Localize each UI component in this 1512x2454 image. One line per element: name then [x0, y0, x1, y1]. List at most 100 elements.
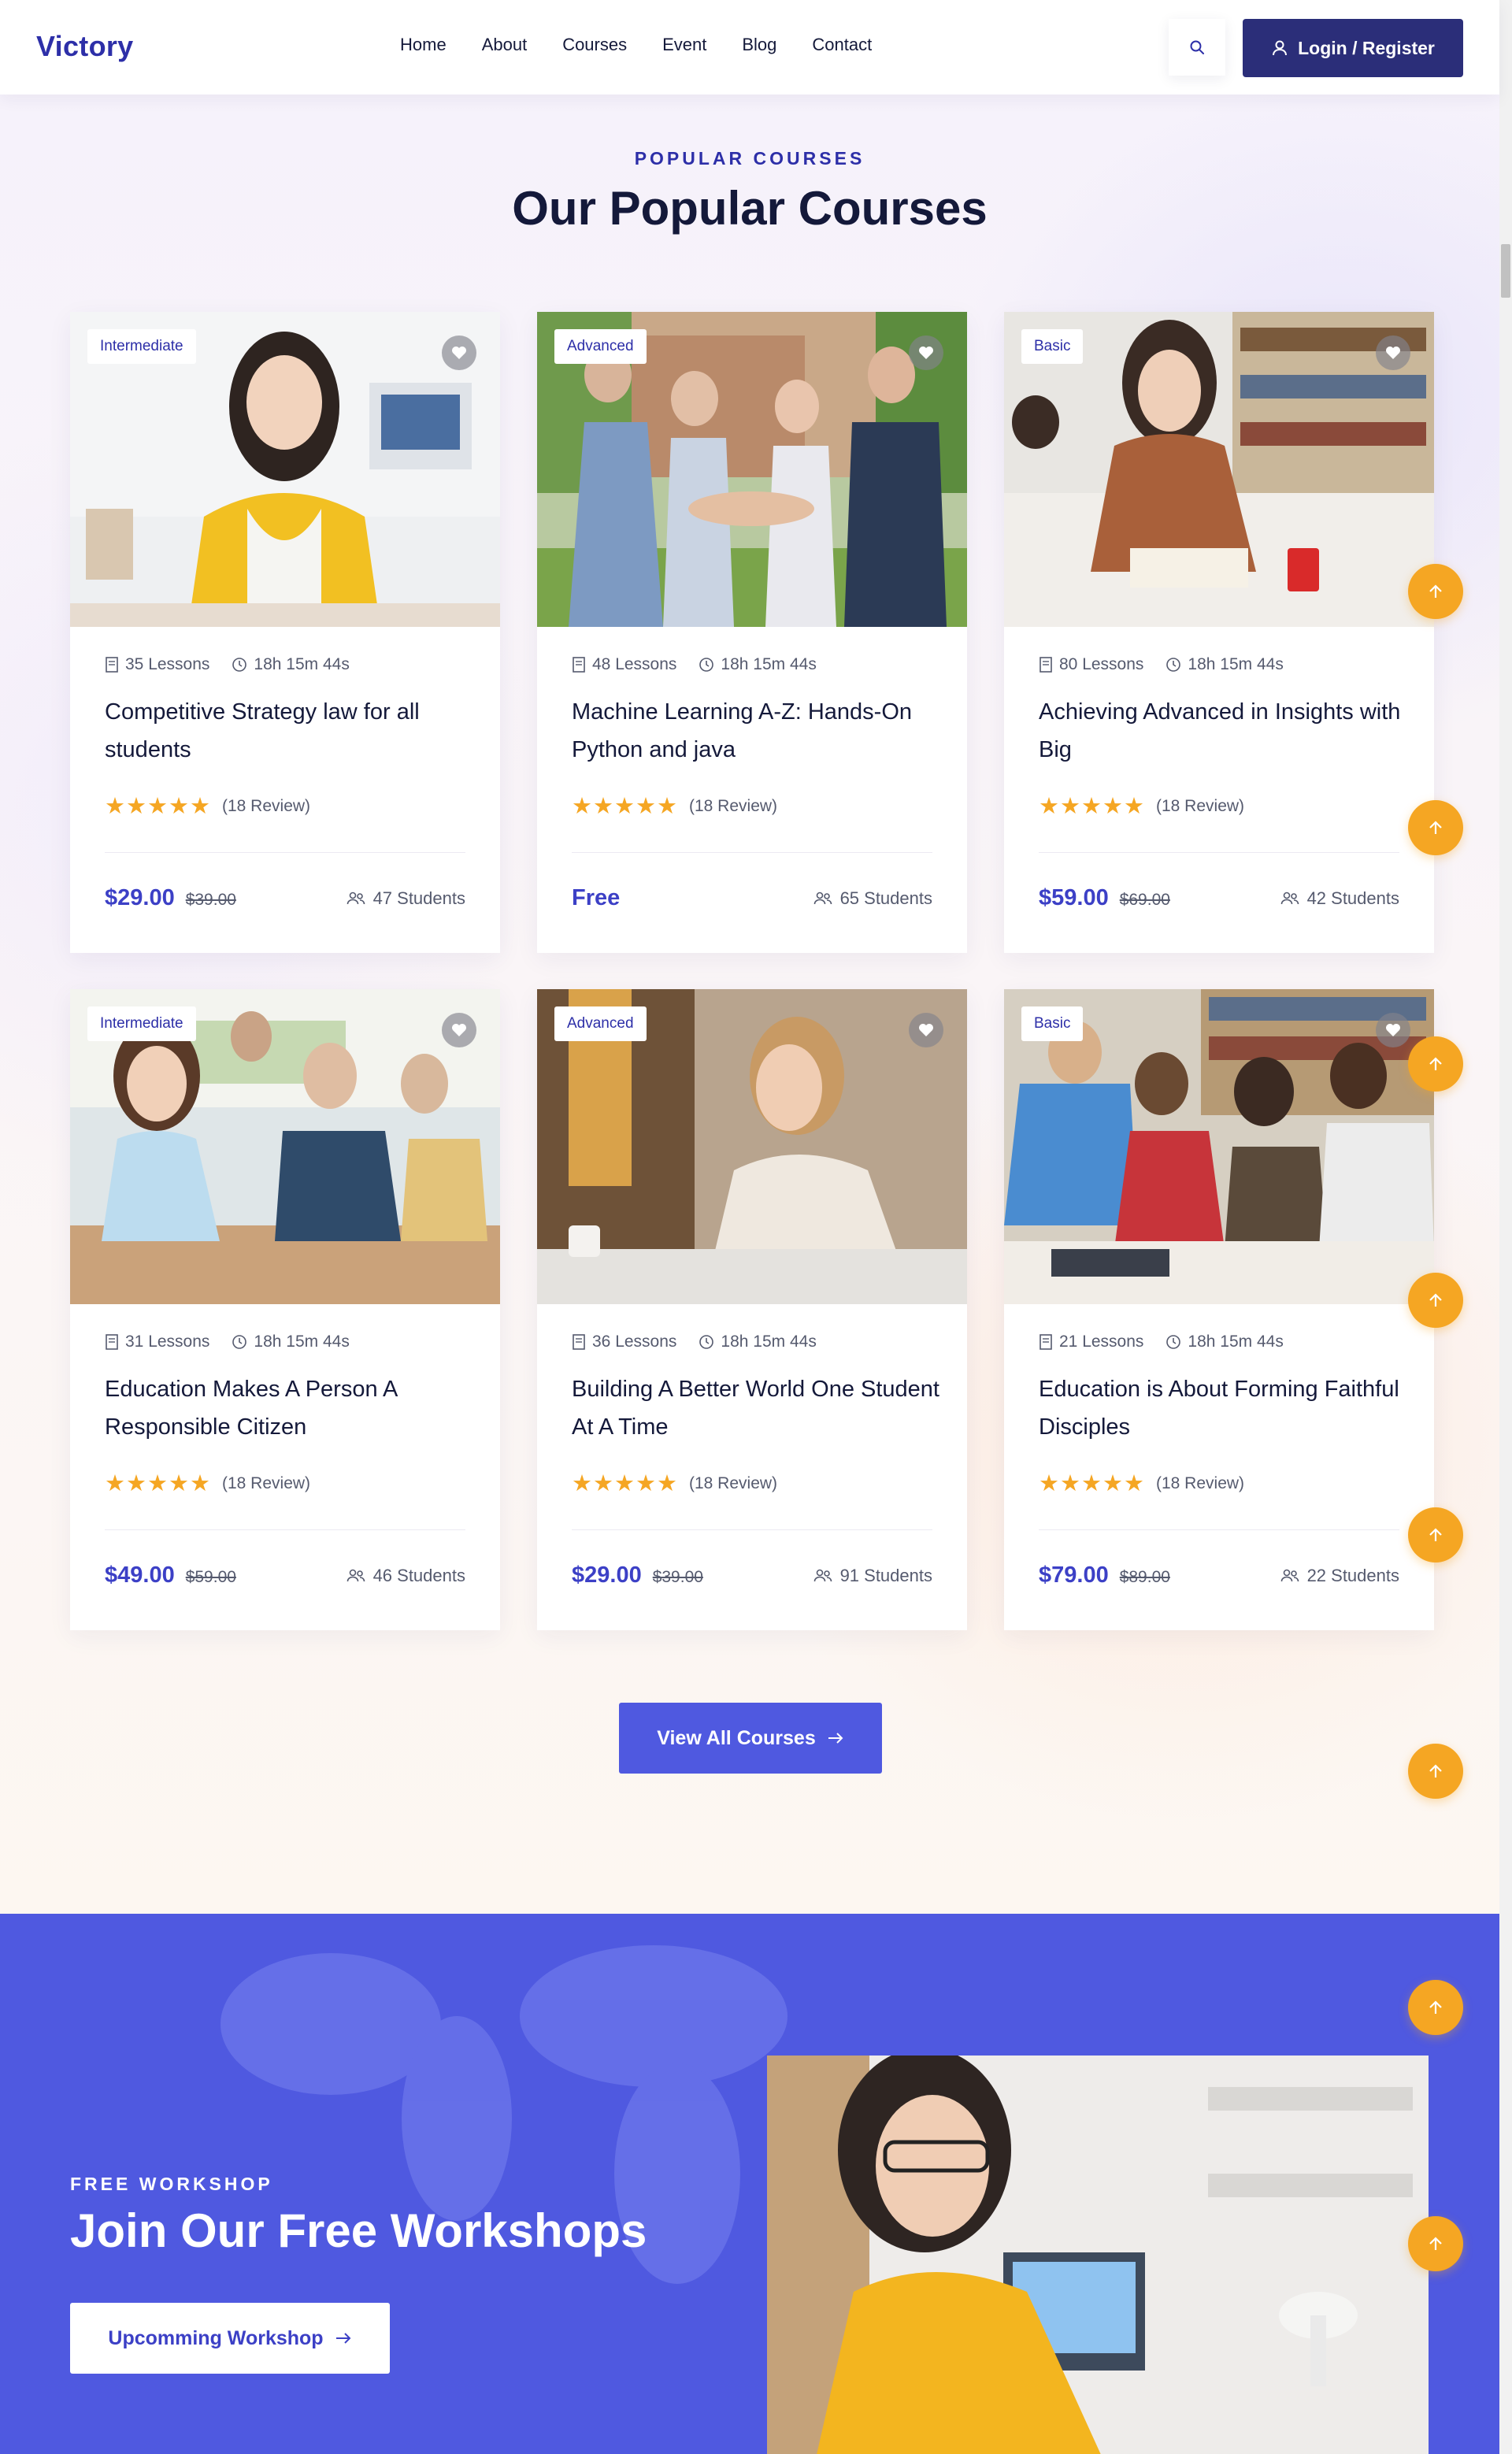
site-logo[interactable]: Victory: [36, 30, 134, 63]
nav-courses[interactable]: Courses: [562, 35, 627, 55]
course-price: $79.00 $89.00: [1039, 1562, 1170, 1588]
lessons-count: 31 Lessons: [125, 1333, 210, 1351]
course-price: $29.00 $39.00: [105, 885, 236, 911]
current-price: $29.00: [105, 885, 175, 910]
user-icon: [1273, 40, 1288, 56]
arrow-up-icon: [1429, 1057, 1442, 1070]
course-rating: ★★★★★ (18 Review): [572, 792, 777, 820]
scroll-top-button[interactable]: [1408, 1507, 1463, 1562]
lessons-count: 80 Lessons: [1059, 655, 1144, 673]
workshop-section: FREE WORKSHOP Join Our Free Workshops Up…: [0, 1914, 1499, 2454]
current-price: Free: [572, 885, 621, 910]
document-icon: [1040, 657, 1052, 673]
scrollbar-thumb[interactable]: [1501, 244, 1510, 298]
document-icon: [573, 1334, 585, 1350]
course-duration: 18h 15m 44s: [254, 655, 350, 673]
heart-icon: [919, 347, 933, 359]
arrow-up-icon: [1429, 584, 1442, 598]
review-count: (18 Review): [222, 1474, 311, 1492]
nav-event[interactable]: Event: [662, 35, 706, 55]
course-title[interactable]: Education Makes A Person A Responsible C…: [105, 1370, 475, 1446]
course-title[interactable]: Achieving Advanced in Insights with Big: [1039, 693, 1409, 769]
wishlist-button[interactable]: [442, 335, 476, 370]
wishlist-button[interactable]: [909, 1013, 943, 1047]
wishlist-button[interactable]: [1376, 335, 1410, 370]
scrollbar-track[interactable]: [1499, 0, 1512, 2454]
nav-home[interactable]: Home: [400, 35, 447, 55]
workshop-tag: FREE WORKSHOP: [70, 2174, 273, 2194]
nav-about[interactable]: About: [482, 35, 528, 55]
current-price: $29.00: [572, 1562, 642, 1588]
login-register-button[interactable]: Login / Register: [1243, 19, 1463, 77]
students-count: 42 Students: [1280, 888, 1399, 909]
course-card[interactable]: Advanced 36 Lessons 18h 15m 44s Building…: [537, 989, 967, 1630]
arrow-right-icon: [828, 1733, 843, 1744]
wishlist-button[interactable]: [442, 1013, 476, 1047]
nav-contact[interactable]: Contact: [812, 35, 872, 55]
section-title: Our Popular Courses: [512, 182, 988, 235]
course-card[interactable]: Advanced 48 Lessons 18h 15m 44s Machine …: [537, 312, 967, 953]
document-icon: [573, 657, 585, 673]
scroll-top-button[interactable]: [1408, 1744, 1463, 1799]
course-price: $29.00 $39.00: [572, 1562, 703, 1588]
course-title[interactable]: Education is About Forming Faithful Disc…: [1039, 1370, 1409, 1446]
users-icon: [346, 1569, 365, 1582]
star-icons: ★★★★★: [1039, 1471, 1145, 1496]
main-nav: Home About Courses Event Blog Contact: [400, 35, 907, 55]
lessons-count: 36 Lessons: [592, 1333, 677, 1351]
old-price: $89.00: [1119, 1568, 1170, 1586]
upcoming-workshop-button[interactable]: Upcomming Workshop: [70, 2303, 390, 2374]
students-label: 65 Students: [839, 888, 932, 908]
course-meta: 48 Lessons 18h 15m 44s: [572, 655, 839, 674]
old-price: $59.00: [185, 1568, 236, 1586]
course-title[interactable]: Building A Better World One Student At A…: [572, 1370, 942, 1446]
scroll-top-button[interactable]: [1408, 1980, 1463, 2035]
arrow-up-icon: [1429, 821, 1442, 834]
search-icon: [1190, 40, 1204, 54]
course-card[interactable]: Intermediate 31 Lessons 18h 15m 44s Educ…: [70, 989, 500, 1630]
search-button[interactable]: [1169, 19, 1225, 76]
scroll-top-button[interactable]: [1408, 2216, 1463, 2271]
users-icon: [813, 892, 832, 905]
heart-icon: [452, 347, 466, 359]
clock-icon: [232, 1335, 247, 1349]
clock-icon: [232, 658, 247, 672]
star-icons: ★★★★★: [572, 794, 678, 819]
course-card[interactable]: Basic 80 Lessons 18h 15m 44s Achieving A…: [1004, 312, 1434, 953]
scroll-top-button[interactable]: [1408, 800, 1463, 855]
heart-icon: [1386, 1024, 1400, 1036]
lessons-count: 21 Lessons: [1059, 1333, 1144, 1351]
course-card[interactable]: Basic 21 Lessons 18h 15m 44s Education i…: [1004, 989, 1434, 1630]
view-all-label: View All Courses: [657, 1726, 816, 1749]
old-price: $69.00: [1119, 891, 1170, 909]
course-title[interactable]: Competitive Strategy law for all student…: [105, 693, 475, 769]
course-duration: 18h 15m 44s: [721, 655, 817, 673]
course-duration: 18h 15m 44s: [721, 1333, 817, 1351]
star-icons: ★★★★★: [105, 794, 211, 819]
lessons-count: 48 Lessons: [592, 655, 677, 673]
review-count: (18 Review): [1156, 1474, 1245, 1492]
site-header: Victory Home About Courses Event Blog Co…: [0, 0, 1499, 95]
current-price: $59.00: [1039, 885, 1109, 910]
wishlist-button[interactable]: [909, 335, 943, 370]
course-card[interactable]: Intermediate 35 Lessons 18h 15m 44s Comp…: [70, 312, 500, 953]
students-label: 47 Students: [372, 888, 465, 908]
students-count: 22 Students: [1280, 1566, 1399, 1586]
nav-blog[interactable]: Blog: [742, 35, 776, 55]
divider: [572, 1529, 932, 1530]
users-icon: [1280, 892, 1299, 905]
level-badge: Basic: [1021, 1006, 1084, 1041]
old-price: $39.00: [652, 1568, 703, 1586]
document-icon: [106, 657, 118, 673]
course-rating: ★★★★★ (18 Review): [105, 1470, 310, 1497]
wishlist-button[interactable]: [1376, 1013, 1410, 1047]
section-tag: POPULAR COURSES: [634, 148, 865, 169]
students-label: 42 Students: [1306, 888, 1399, 908]
scroll-top-button[interactable]: [1408, 1273, 1463, 1328]
scroll-top-button[interactable]: [1408, 564, 1463, 619]
view-all-courses-button[interactable]: View All Courses: [619, 1703, 882, 1774]
course-title[interactable]: Machine Learning A-Z: Hands-On Python an…: [572, 693, 942, 769]
arrow-right-icon: [335, 2333, 350, 2344]
scroll-top-button[interactable]: [1408, 1036, 1463, 1092]
workshop-image: [767, 2056, 1429, 2454]
